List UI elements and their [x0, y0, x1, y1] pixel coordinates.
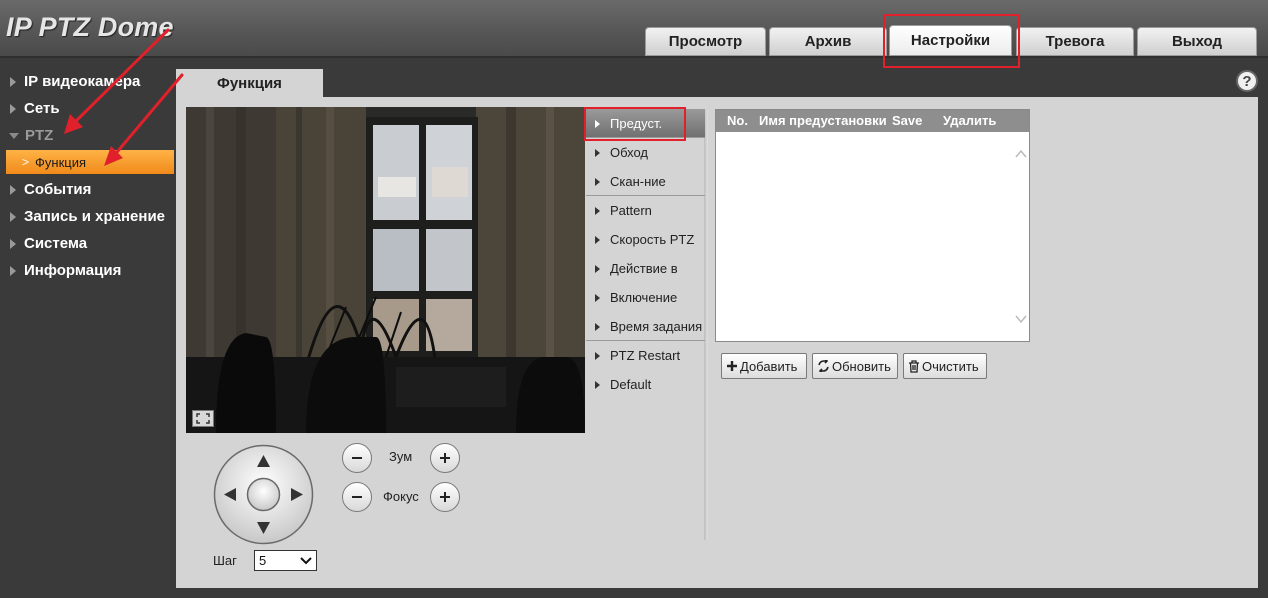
menu-item-scan[interactable]: Скан-ние	[586, 167, 705, 196]
menu-arrow-icon	[595, 119, 600, 128]
plus-icon	[727, 361, 737, 371]
app-header: IP PTZ Dome Просмотр Архив Настройки Тре…	[0, 0, 1268, 58]
menu-item-default[interactable]: Default	[586, 370, 705, 399]
fullscreen-button[interactable]	[192, 410, 214, 427]
chevron-down-icon	[300, 556, 312, 564]
step-value: 5	[259, 553, 267, 568]
preset-table: No. Имя предустановки Save Удалить	[715, 109, 1030, 342]
refresh-icon	[818, 360, 829, 372]
menu-item-idle-action[interactable]: Действие в	[586, 254, 705, 283]
sidebar: IP видеокамера Сеть PTZ > Функция События…	[0, 68, 176, 284]
add-button[interactable]: Добавить	[721, 353, 807, 379]
zoom-in-button[interactable]	[430, 443, 460, 473]
camera-scene-image	[186, 107, 585, 433]
tab-view[interactable]: Просмотр	[645, 27, 766, 56]
tab-logout[interactable]: Выход	[1137, 27, 1257, 56]
preset-table-header: No. Имя предустановки Save Удалить	[716, 110, 1029, 132]
menu-item-power-up[interactable]: Включение	[586, 283, 705, 312]
help-icon[interactable]: ?	[1236, 70, 1258, 92]
menu-arrow-icon	[595, 380, 600, 389]
menu-arrow-icon	[595, 293, 600, 302]
sidebar-item-storage[interactable]: Запись и хранение	[0, 203, 176, 230]
menu-item-ptz-speed[interactable]: Скорость PTZ	[586, 225, 705, 254]
sidebar-subitem-function[interactable]: > Функция	[6, 150, 174, 174]
sidebar-item-ip-camera[interactable]: IP видеокамера	[0, 68, 176, 95]
sidebar-item-info[interactable]: Информация	[0, 257, 176, 284]
menu-item-tour[interactable]: Обход	[586, 138, 705, 167]
zoom-out-button[interactable]	[342, 443, 372, 473]
column-no: No.	[727, 113, 748, 128]
step-select[interactable]: 5	[254, 550, 317, 571]
sidebar-item-ptz[interactable]: PTZ	[0, 122, 176, 149]
collapsed-arrow-icon	[10, 103, 16, 114]
menu-item-time-task[interactable]: Время задания	[586, 312, 705, 341]
video-preview	[186, 107, 585, 433]
ptz-direction-pad[interactable]	[213, 444, 314, 545]
tab-archive[interactable]: Архив	[769, 27, 887, 56]
focus-label: Фокус	[383, 489, 419, 504]
panel-tab-function[interactable]: Функция	[176, 69, 323, 97]
fullscreen-icon	[196, 413, 210, 424]
sidebar-item-network[interactable]: Сеть	[0, 95, 176, 122]
trash-icon	[909, 359, 919, 373]
collapsed-arrow-icon	[10, 184, 16, 195]
app-title: IP PTZ Dome	[6, 12, 174, 42]
minus-icon	[352, 496, 362, 498]
tab-alarm[interactable]: Тревога	[1016, 27, 1134, 56]
column-preset-name: Имя предустановки	[759, 113, 887, 128]
collapsed-arrow-icon	[10, 238, 16, 249]
column-delete: Удалить	[943, 113, 997, 128]
collapsed-arrow-icon	[10, 76, 16, 87]
tab-settings[interactable]: Настройки	[889, 25, 1012, 56]
scroll-up-icon[interactable]	[1014, 148, 1028, 160]
ptz-function-menu: Предуст. Обход Скан-ние Pattern Скорость…	[586, 109, 705, 399]
zoom-label: Зум	[389, 449, 413, 464]
chevron-right-icon: >	[22, 155, 30, 169]
menu-arrow-icon	[595, 351, 600, 360]
focus-near-button[interactable]	[342, 482, 372, 512]
collapsed-arrow-icon	[10, 211, 16, 222]
focus-far-button[interactable]	[430, 482, 460, 512]
column-save: Save	[892, 113, 923, 128]
menu-item-preset[interactable]: Предуст.	[586, 109, 705, 138]
clear-button[interactable]: Очистить	[903, 353, 987, 379]
step-label: Шаг	[213, 553, 237, 568]
collapsed-arrow-icon	[10, 265, 16, 276]
scroll-down-icon[interactable]	[1014, 313, 1028, 325]
menu-arrow-icon	[595, 264, 600, 273]
menu-arrow-icon	[595, 148, 600, 157]
menu-arrow-icon	[595, 322, 600, 331]
menu-arrow-icon	[595, 206, 600, 215]
refresh-button[interactable]: Обновить	[812, 353, 898, 379]
sidebar-item-events[interactable]: События	[0, 176, 176, 203]
plus-icon	[440, 453, 450, 463]
menu-item-pattern[interactable]: Pattern	[586, 196, 705, 225]
menu-arrow-icon	[595, 177, 600, 186]
plus-icon	[440, 492, 450, 502]
minus-icon	[352, 457, 362, 459]
menu-arrow-icon	[595, 235, 600, 244]
sidebar-item-system[interactable]: Система	[0, 230, 176, 257]
menu-item-ptz-restart[interactable]: PTZ Restart	[586, 341, 705, 370]
expanded-arrow-icon	[9, 132, 19, 139]
